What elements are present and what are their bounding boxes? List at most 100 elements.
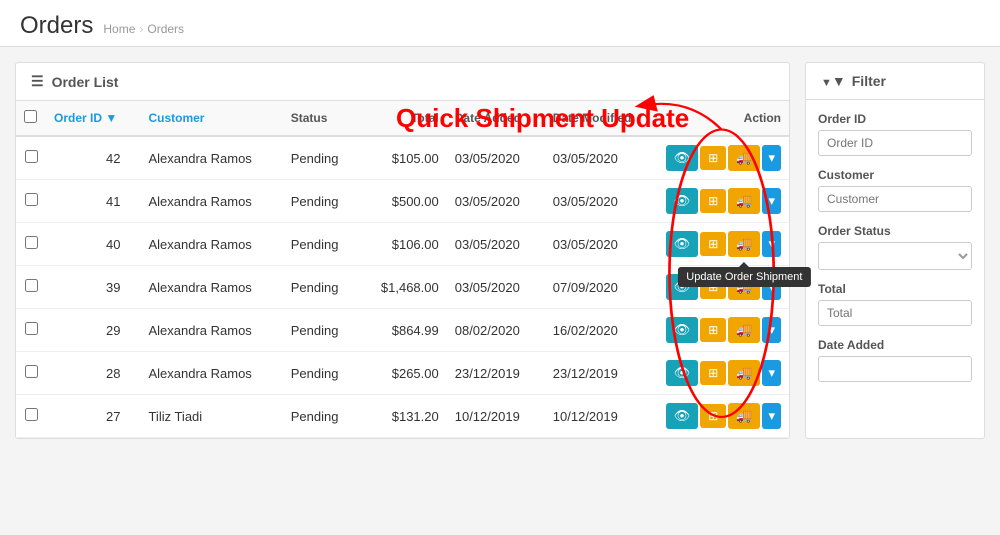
- table-row: 42 Alexandra Ramos Pending $105.00 03/05…: [16, 136, 789, 180]
- caret-icon: ▾: [768, 150, 775, 166]
- breadcrumb-home[interactable]: Home: [103, 22, 135, 36]
- row-checkbox-1[interactable]: [25, 193, 38, 206]
- page-header: Orders Home › Orders: [0, 0, 1000, 47]
- dropdown-button[interactable]: ▾: [762, 360, 781, 386]
- row-order-id: 42: [46, 136, 140, 180]
- view-button[interactable]: 👁: [666, 231, 699, 257]
- action-btn-group: 👁 ⊞ 🚚 ▾: [666, 188, 781, 214]
- view-button[interactable]: 👁: [666, 188, 699, 214]
- truck-icon: 🚚: [736, 408, 752, 424]
- row-date-modified: 03/05/2020: [545, 136, 658, 180]
- filter-customer-input[interactable]: [818, 186, 972, 212]
- shipment-button[interactable]: 🚚: [728, 145, 760, 171]
- shipment-btn-wrapper: 🚚: [728, 360, 760, 386]
- row-date-added: 10/12/2019: [447, 395, 545, 438]
- row-checkbox-5[interactable]: [25, 365, 38, 378]
- file-icon: ⊞: [708, 409, 718, 423]
- filter-order-id-label: Order ID: [818, 112, 972, 126]
- eye-icon: 👁: [674, 236, 691, 252]
- shipment-button[interactable]: 🚚: [728, 188, 760, 214]
- invoice-button[interactable]: ⊞: [700, 146, 726, 170]
- row-checkbox-6[interactable]: [25, 408, 38, 421]
- table-row: 40 Alexandra Ramos Pending $106.00 03/05…: [16, 223, 789, 266]
- row-customer: Alexandra Ramos: [140, 136, 282, 180]
- file-icon: ⊞: [708, 323, 718, 337]
- row-date-added: 03/05/2020: [447, 266, 545, 309]
- row-date-modified: 03/05/2020: [545, 223, 658, 266]
- filter-title: Filter: [852, 73, 886, 89]
- shipment-button[interactable]: 🚚: [728, 231, 760, 257]
- truck-icon: 🚚: [736, 150, 752, 166]
- filter-order-id-input[interactable]: [818, 130, 972, 156]
- row-action-cell: 👁 ⊞ 🚚 ▾: [658, 352, 789, 395]
- invoice-button[interactable]: ⊞: [700, 361, 726, 385]
- row-checkbox-0[interactable]: [25, 150, 38, 163]
- view-button[interactable]: 👁: [666, 403, 699, 429]
- col-order-id[interactable]: Order ID ▼: [46, 101, 140, 136]
- col-total: Total: [359, 101, 447, 136]
- table-row: 39 Alexandra Ramos Pending $1,468.00 03/…: [16, 266, 789, 309]
- row-checkbox-2[interactable]: [25, 236, 38, 249]
- col-status: Status: [283, 101, 359, 136]
- filter-order-id: Order ID: [818, 112, 972, 156]
- breadcrumb-current: Orders: [147, 22, 184, 36]
- dropdown-button[interactable]: ▾: [762, 188, 781, 214]
- dropdown-button[interactable]: ▾: [762, 403, 781, 429]
- row-customer: Alexandra Ramos: [140, 223, 282, 266]
- filter-total-label: Total: [818, 282, 972, 296]
- row-date-added: 03/05/2020: [447, 136, 545, 180]
- row-status: Pending: [283, 395, 359, 438]
- dropdown-button[interactable]: ▾: [762, 317, 781, 343]
- file-icon: ⊞: [708, 151, 718, 165]
- truck-icon: 🚚: [736, 322, 752, 338]
- caret-icon: ▾: [768, 365, 775, 381]
- file-icon: ⊞: [708, 194, 718, 208]
- eye-icon: 👁: [674, 408, 691, 424]
- list-icon: [31, 73, 44, 90]
- row-customer: Alexandra Ramos: [140, 266, 282, 309]
- row-status: Pending: [283, 352, 359, 395]
- invoice-button[interactable]: ⊞: [700, 232, 726, 256]
- table-row: 27 Tiliz Tiadi Pending $131.20 10/12/201…: [16, 395, 789, 438]
- shipment-button[interactable]: 🚚: [728, 317, 760, 343]
- row-total: $131.20: [359, 395, 447, 438]
- invoice-button[interactable]: ⊞: [700, 318, 726, 342]
- dropdown-button[interactable]: ▾: [762, 145, 781, 171]
- row-date-added: 03/05/2020: [447, 180, 545, 223]
- eye-icon: 👁: [674, 193, 691, 209]
- orders-table: Order ID ▼ Customer Status Total Date Ad…: [16, 101, 789, 438]
- breadcrumb-sep: ›: [139, 22, 143, 36]
- dropdown-button[interactable]: ▾: [762, 231, 781, 257]
- select-all-checkbox[interactable]: [24, 110, 37, 123]
- row-action-cell: 👁 ⊞ 🚚 ▾: [658, 136, 789, 180]
- view-button[interactable]: 👁: [666, 317, 699, 343]
- row-order-id: 40: [46, 223, 140, 266]
- filter-total-input[interactable]: [818, 300, 972, 326]
- row-checkbox-cell: [16, 352, 46, 395]
- select-all-header: [16, 101, 46, 136]
- invoice-button[interactable]: ⊞: [700, 189, 726, 213]
- caret-icon: ▾: [768, 408, 775, 424]
- table-row: 29 Alexandra Ramos Pending $864.99 08/02…: [16, 309, 789, 352]
- shipment-button[interactable]: 🚚: [728, 360, 760, 386]
- filter-date-input[interactable]: [818, 356, 972, 382]
- order-list-panel: Order List Quick Shipment Update Order I…: [15, 62, 790, 439]
- row-checkbox-4[interactable]: [25, 322, 38, 335]
- shipment-button[interactable]: 🚚: [728, 403, 760, 429]
- row-status: Pending: [283, 223, 359, 266]
- row-checkbox-cell: [16, 309, 46, 352]
- row-checkbox-cell: [16, 180, 46, 223]
- filter-customer-label: Customer: [818, 168, 972, 182]
- row-date-modified: 03/05/2020: [545, 180, 658, 223]
- invoice-button[interactable]: ⊞: [700, 404, 726, 428]
- row-order-id: 27: [46, 395, 140, 438]
- view-button[interactable]: 👁: [666, 360, 699, 386]
- shipment-btn-wrapper: 🚚: [728, 188, 760, 214]
- row-status: Pending: [283, 180, 359, 223]
- view-button[interactable]: 👁: [666, 145, 699, 171]
- filter-status-select[interactable]: Pending: [818, 242, 972, 270]
- row-action-cell: 👁 ⊞ 🚚 ▾: [658, 309, 789, 352]
- eye-icon: 👁: [674, 150, 691, 166]
- row-checkbox-3[interactable]: [25, 279, 38, 292]
- panel-heading: Order List: [16, 63, 789, 101]
